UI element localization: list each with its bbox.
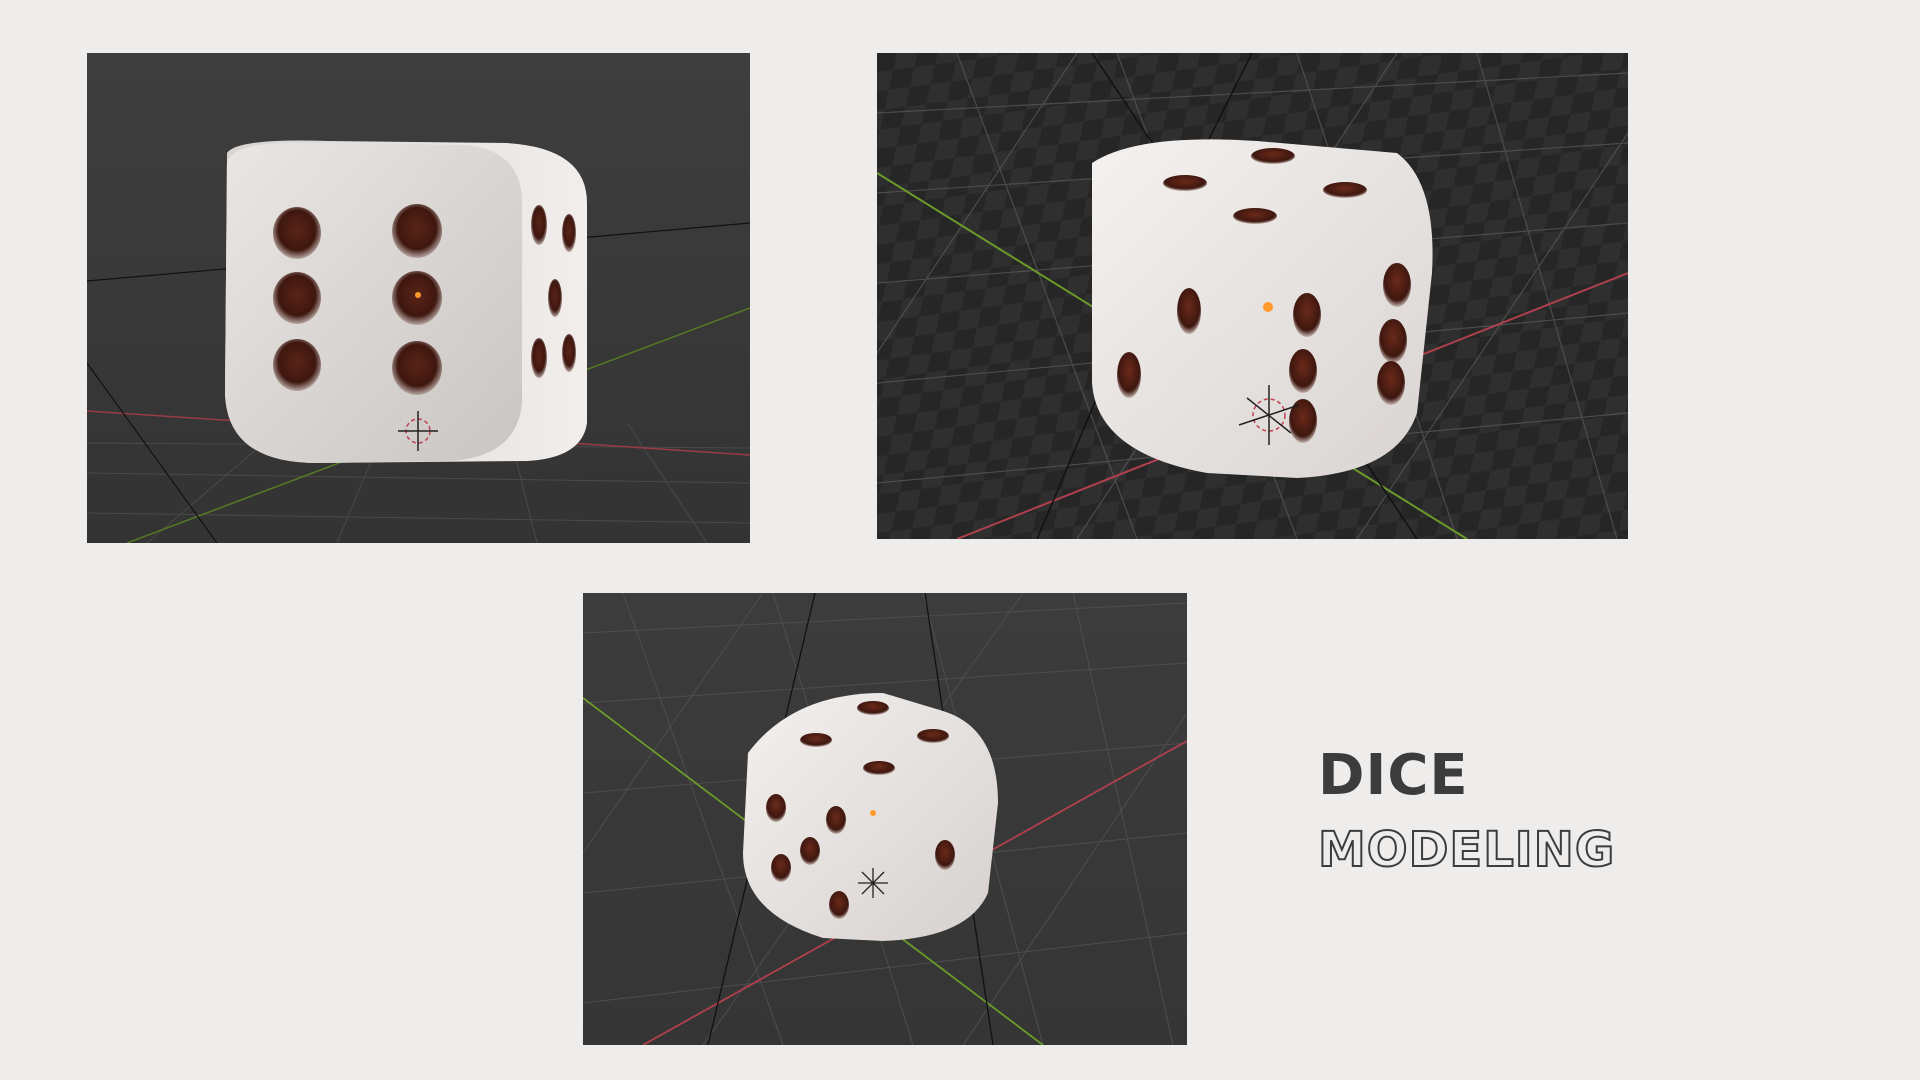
3d-cursor-icon-3 [858,868,888,898]
title-block: DICE MODELING [1317,743,1616,878]
render-corner-grid-image [583,593,1187,1045]
render-corner-checker-image [877,53,1628,539]
render-front-image [87,53,750,543]
page-subtitle: MODELING [1317,822,1616,878]
render-view-corner-grid [583,593,1187,1045]
page-title: DICE [1318,743,1469,808]
render-view-front [87,53,750,543]
render-view-corner-checker [877,53,1628,539]
